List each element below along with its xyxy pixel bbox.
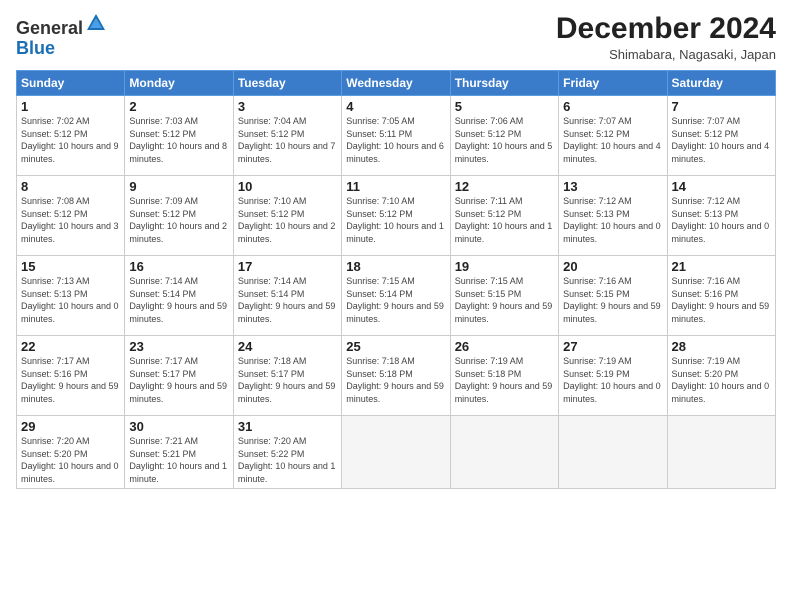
day-18: 18Sunrise: 7:15 AMSunset: 5:14 PMDayligh… [342, 256, 450, 336]
header-saturday: Saturday [667, 71, 775, 96]
header-right: December 2024 Shimabara, Nagasaki, Japan [556, 12, 776, 62]
logo-blue: Blue [16, 38, 55, 58]
calendar-table: Sunday Monday Tuesday Wednesday Thursday… [16, 70, 776, 489]
header-tuesday: Tuesday [233, 71, 341, 96]
day-13: 13Sunrise: 7:12 AMSunset: 5:13 PMDayligh… [559, 176, 667, 256]
day-27: 27Sunrise: 7:19 AMSunset: 5:19 PMDayligh… [559, 336, 667, 416]
logo: General Blue [16, 12, 107, 59]
day-7: 7Sunrise: 7:07 AMSunset: 5:12 PMDaylight… [667, 96, 775, 176]
day-12: 12Sunrise: 7:11 AMSunset: 5:12 PMDayligh… [450, 176, 558, 256]
day-17: 17Sunrise: 7:14 AMSunset: 5:14 PMDayligh… [233, 256, 341, 336]
day-3: 3Sunrise: 7:04 AMSunset: 5:12 PMDaylight… [233, 96, 341, 176]
header-thursday: Thursday [450, 71, 558, 96]
day-16: 16Sunrise: 7:14 AMSunset: 5:14 PMDayligh… [125, 256, 233, 336]
empty-1 [342, 416, 450, 489]
day-11: 11Sunrise: 7:10 AMSunset: 5:12 PMDayligh… [342, 176, 450, 256]
logo-icon [85, 12, 107, 34]
page-header: General Blue December 2024 Shimabara, Na… [16, 12, 776, 62]
day-2: 2Sunrise: 7:03 AMSunset: 5:12 PMDaylight… [125, 96, 233, 176]
week-row-5: 29Sunrise: 7:20 AMSunset: 5:20 PMDayligh… [17, 416, 776, 489]
logo-general: General [16, 18, 83, 38]
day-1: 1Sunrise: 7:02 AMSunset: 5:12 PMDaylight… [17, 96, 125, 176]
day-20: 20Sunrise: 7:16 AMSunset: 5:15 PMDayligh… [559, 256, 667, 336]
day-26: 26Sunrise: 7:19 AMSunset: 5:18 PMDayligh… [450, 336, 558, 416]
location: Shimabara, Nagasaki, Japan [556, 47, 776, 62]
week-row-3: 15Sunrise: 7:13 AMSunset: 5:13 PMDayligh… [17, 256, 776, 336]
day-28: 28Sunrise: 7:19 AMSunset: 5:20 PMDayligh… [667, 336, 775, 416]
week-row-4: 22Sunrise: 7:17 AMSunset: 5:16 PMDayligh… [17, 336, 776, 416]
header-monday: Monday [125, 71, 233, 96]
empty-2 [450, 416, 558, 489]
header-sunday: Sunday [17, 71, 125, 96]
day-19: 19Sunrise: 7:15 AMSunset: 5:15 PMDayligh… [450, 256, 558, 336]
day-22: 22Sunrise: 7:17 AMSunset: 5:16 PMDayligh… [17, 336, 125, 416]
day-15: 15Sunrise: 7:13 AMSunset: 5:13 PMDayligh… [17, 256, 125, 336]
week-row-1: 1Sunrise: 7:02 AMSunset: 5:12 PMDaylight… [17, 96, 776, 176]
day-6: 6Sunrise: 7:07 AMSunset: 5:12 PMDaylight… [559, 96, 667, 176]
weekday-header-row: Sunday Monday Tuesday Wednesday Thursday… [17, 71, 776, 96]
day-4: 4Sunrise: 7:05 AMSunset: 5:11 PMDaylight… [342, 96, 450, 176]
month-title: December 2024 [556, 12, 776, 45]
empty-3 [559, 416, 667, 489]
day-31: 31Sunrise: 7:20 AMSunset: 5:22 PMDayligh… [233, 416, 341, 489]
day-25: 25Sunrise: 7:18 AMSunset: 5:18 PMDayligh… [342, 336, 450, 416]
day-8: 8Sunrise: 7:08 AMSunset: 5:12 PMDaylight… [17, 176, 125, 256]
day-14: 14Sunrise: 7:12 AMSunset: 5:13 PMDayligh… [667, 176, 775, 256]
empty-4 [667, 416, 775, 489]
header-wednesday: Wednesday [342, 71, 450, 96]
day-24: 24Sunrise: 7:18 AMSunset: 5:17 PMDayligh… [233, 336, 341, 416]
day-29: 29Sunrise: 7:20 AMSunset: 5:20 PMDayligh… [17, 416, 125, 489]
day-30: 30Sunrise: 7:21 AMSunset: 5:21 PMDayligh… [125, 416, 233, 489]
day-23: 23Sunrise: 7:17 AMSunset: 5:17 PMDayligh… [125, 336, 233, 416]
day-5: 5Sunrise: 7:06 AMSunset: 5:12 PMDaylight… [450, 96, 558, 176]
week-row-2: 8Sunrise: 7:08 AMSunset: 5:12 PMDaylight… [17, 176, 776, 256]
day-10: 10Sunrise: 7:10 AMSunset: 5:12 PMDayligh… [233, 176, 341, 256]
header-friday: Friday [559, 71, 667, 96]
day-9: 9Sunrise: 7:09 AMSunset: 5:12 PMDaylight… [125, 176, 233, 256]
day-21: 21Sunrise: 7:16 AMSunset: 5:16 PMDayligh… [667, 256, 775, 336]
calendar-page: General Blue December 2024 Shimabara, Na… [0, 0, 792, 612]
